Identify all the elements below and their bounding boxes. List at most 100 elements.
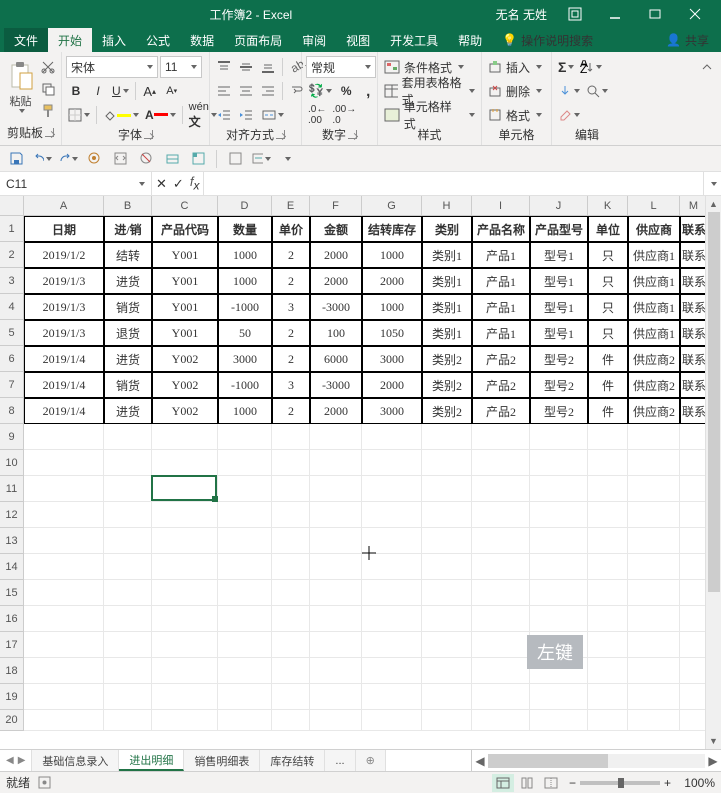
cell[interactable]: 供应商 <box>628 216 680 242</box>
vertical-scrollbar[interactable]: ▲ ▼ <box>705 196 721 749</box>
qat-redo[interactable] <box>58 149 78 169</box>
cell[interactable] <box>218 710 272 731</box>
qat-custom-2[interactable] <box>162 149 182 169</box>
cell[interactable] <box>24 606 104 632</box>
cell[interactable] <box>680 684 708 710</box>
cell[interactable] <box>628 528 680 554</box>
cell[interactable]: 型号2 <box>530 398 588 424</box>
increase-indent-button[interactable] <box>236 104 256 126</box>
cell[interactable] <box>104 554 152 580</box>
tab-view[interactable]: 视图 <box>336 28 380 52</box>
col-header-C[interactable]: C <box>152 196 218 216</box>
col-header-A[interactable]: A <box>24 196 104 216</box>
row-headers[interactable]: 1234567891011121314151617181920 <box>0 216 24 731</box>
col-header-I[interactable]: I <box>472 196 530 216</box>
percent-button[interactable]: % <box>336 80 356 102</box>
formula-input[interactable] <box>204 172 703 195</box>
cell[interactable] <box>680 424 708 450</box>
cell[interactable] <box>588 710 628 731</box>
cell[interactable] <box>628 684 680 710</box>
cell[interactable]: 2 <box>272 320 310 346</box>
cell[interactable] <box>472 658 530 684</box>
col-header-B[interactable]: B <box>104 196 152 216</box>
cell[interactable]: 50 <box>218 320 272 346</box>
scroll-up-button[interactable]: ▲ <box>706 196 721 212</box>
cell[interactable]: 供应商1 <box>628 242 680 268</box>
minimize-button[interactable] <box>595 0 635 28</box>
cell[interactable] <box>362 528 422 554</box>
zoom-slider[interactable] <box>580 781 660 785</box>
cell[interactable]: 3000 <box>362 398 422 424</box>
comma-button[interactable]: , <box>358 80 378 102</box>
cell[interactable] <box>272 424 310 450</box>
cell[interactable]: 进货 <box>104 268 152 294</box>
col-header-M[interactable]: M <box>680 196 708 216</box>
qat-vba[interactable] <box>110 149 130 169</box>
cell[interactable]: 2019/1/4 <box>24 398 104 424</box>
cell[interactable]: 供应商1 <box>628 320 680 346</box>
cell[interactable] <box>472 450 530 476</box>
cell[interactable] <box>152 580 218 606</box>
cell[interactable] <box>680 554 708 580</box>
cell[interactable] <box>422 450 472 476</box>
cell[interactable] <box>628 580 680 606</box>
cell[interactable] <box>680 528 708 554</box>
cell[interactable] <box>422 606 472 632</box>
view-pagebreak-button[interactable] <box>540 774 562 792</box>
cell[interactable] <box>472 424 530 450</box>
cell[interactable] <box>680 710 708 731</box>
align-left-button[interactable] <box>214 80 234 102</box>
share-button[interactable]: 👤 共享 <box>658 28 717 52</box>
cell[interactable] <box>218 632 272 658</box>
cell[interactable]: 2000 <box>310 268 362 294</box>
cell[interactable] <box>218 450 272 476</box>
cell[interactable]: 型号2 <box>530 346 588 372</box>
cell[interactable] <box>218 476 272 502</box>
cell[interactable]: 结转库存 <box>362 216 422 242</box>
row-header-13[interactable]: 13 <box>0 528 24 554</box>
horizontal-scrollbar[interactable]: ◀ ▶ <box>471 750 721 771</box>
fx-button[interactable]: fx <box>190 174 200 193</box>
cell[interactable]: Y001 <box>152 242 218 268</box>
cell[interactable] <box>310 450 362 476</box>
cell[interactable]: Y002 <box>152 346 218 372</box>
cell[interactable]: 销货 <box>104 372 152 398</box>
qat-undo[interactable] <box>32 149 52 169</box>
cell[interactable]: 联系 <box>680 398 708 424</box>
qat-custom-3[interactable] <box>225 149 245 169</box>
cell[interactable] <box>422 684 472 710</box>
cell[interactable] <box>152 554 218 580</box>
cell[interactable]: 供应商1 <box>628 294 680 320</box>
qat-custom-1[interactable] <box>84 149 104 169</box>
cell[interactable] <box>310 684 362 710</box>
qat-freeze[interactable] <box>188 149 208 169</box>
cell[interactable] <box>472 684 530 710</box>
row-header-16[interactable]: 16 <box>0 606 24 632</box>
insert-cells-button[interactable]: 插入 <box>486 56 544 78</box>
col-header-H[interactable]: H <box>422 196 472 216</box>
row-header-11[interactable]: 11 <box>0 476 24 502</box>
cell[interactable]: 型号1 <box>530 242 588 268</box>
cell[interactable]: 日期 <box>24 216 104 242</box>
cell[interactable]: -1000 <box>218 372 272 398</box>
cell[interactable]: 只 <box>588 294 628 320</box>
cell[interactable] <box>588 580 628 606</box>
qat-touch-off[interactable] <box>136 149 156 169</box>
cell[interactable] <box>218 580 272 606</box>
cell[interactable]: 类别2 <box>422 398 472 424</box>
sheet-tab-inout[interactable]: 进出明细 <box>119 750 184 771</box>
cell[interactable]: 结转 <box>104 242 152 268</box>
col-header-G[interactable]: G <box>362 196 422 216</box>
cell[interactable]: 3 <box>272 294 310 320</box>
cell[interactable] <box>422 658 472 684</box>
cell[interactable] <box>530 684 588 710</box>
cell[interactable] <box>24 554 104 580</box>
cell[interactable] <box>310 580 362 606</box>
view-normal-button[interactable] <box>492 774 514 792</box>
cell[interactable] <box>152 632 218 658</box>
cell[interactable] <box>628 424 680 450</box>
cell[interactable]: 联系 <box>680 294 708 320</box>
cancel-formula-button[interactable]: ✕ <box>156 176 167 192</box>
cell[interactable] <box>362 606 422 632</box>
cell[interactable]: 件 <box>588 346 628 372</box>
